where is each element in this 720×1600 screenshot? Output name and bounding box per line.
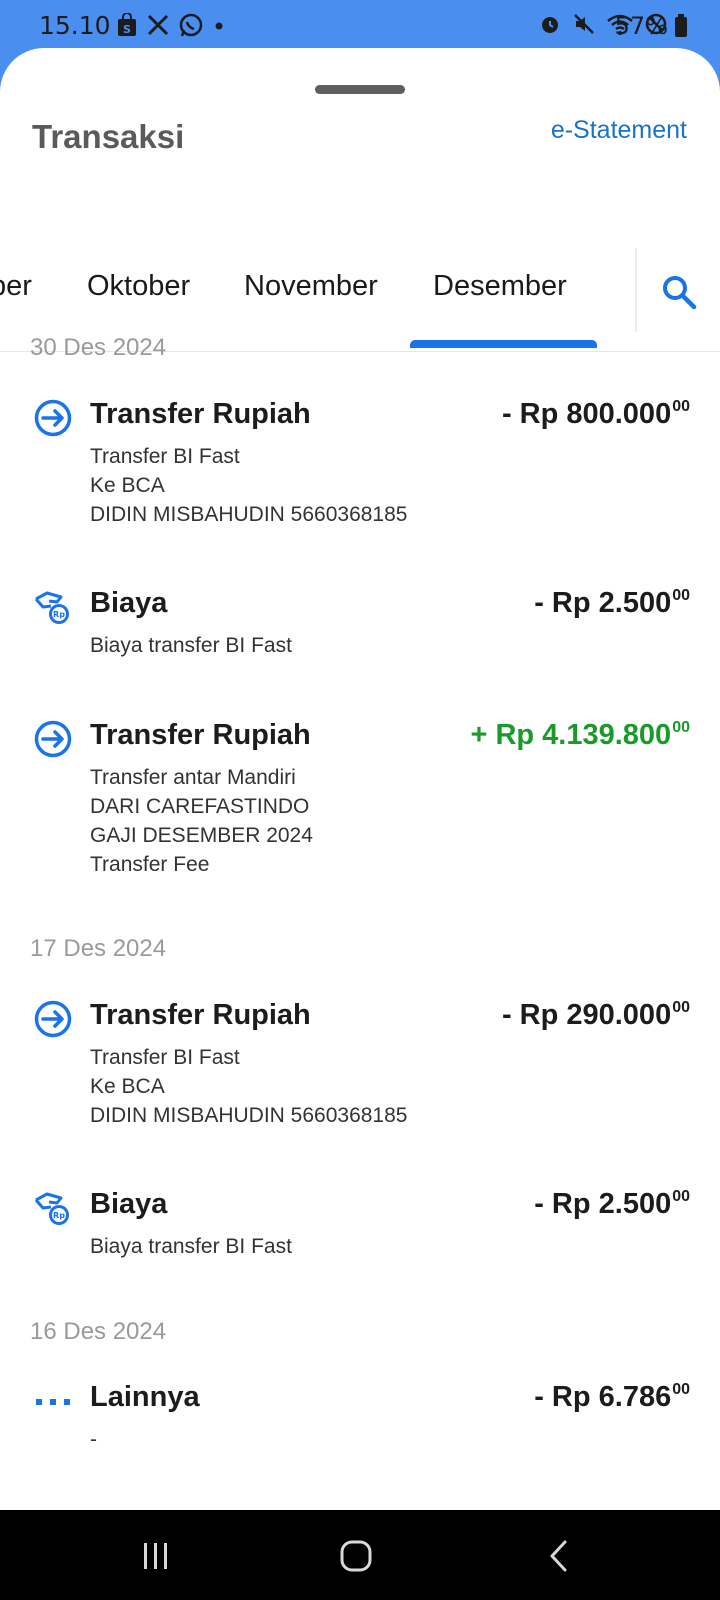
back-button[interactable]: [545, 1539, 575, 1578]
tab-oktober[interactable]: Oktober: [87, 270, 190, 303]
status-time: 15.10: [39, 11, 111, 40]
transaction-title: Transfer Rupiah: [90, 719, 311, 751]
drag-handle[interactable]: [315, 85, 405, 94]
navigation-bar: [0, 1510, 720, 1600]
fee-icon: Rp: [33, 1188, 73, 1228]
transaction-amount: + Rp 4.139.80000: [470, 719, 690, 751]
tab-september[interactable]: ber: [0, 270, 32, 303]
transaction-amount: - Rp 6.78600: [534, 1381, 690, 1413]
whatsapp-icon: [178, 12, 204, 43]
e-statement-link[interactable]: e-Statement: [551, 116, 687, 145]
transaction-details: -: [90, 1428, 97, 1451]
tab-desember[interactable]: Desember: [433, 270, 567, 303]
transactions-sheet: Transaksi e-Statement ber Oktober Novemb…: [0, 48, 720, 1510]
transaction-details: Biaya transfer BI Fast: [90, 634, 292, 657]
transaction-details: Biaya transfer BI Fast: [90, 1235, 292, 1258]
transaction-title: Transfer Rupiah: [90, 398, 311, 430]
mute-icon: [572, 12, 596, 41]
status-bar: 15.10 S 57%: [0, 0, 720, 52]
transaction-amount: - Rp 2.50000: [534, 587, 690, 619]
transfer-icon: [33, 398, 73, 438]
search-icon: [660, 276, 698, 315]
svg-text:Rp: Rp: [53, 1211, 65, 1220]
x-icon: [146, 13, 170, 42]
transaction-amount: - Rp 800.00000: [501, 398, 690, 430]
recent-apps-button[interactable]: [136, 1539, 176, 1578]
tab-divider: [635, 248, 637, 332]
fee-icon: Rp: [33, 587, 73, 627]
search-button[interactable]: [660, 273, 698, 311]
transaction-title: Transfer Rupiah: [90, 999, 311, 1031]
transaction-amount: - Rp 290.00000: [501, 999, 690, 1031]
transfer-icon: [33, 999, 73, 1039]
more-icon: [33, 1381, 73, 1421]
page-title: Transaksi: [32, 118, 185, 155]
month-tabs: ber Oktober November Desember: [0, 196, 720, 352]
dot-icon: [212, 13, 226, 42]
selected-tab-indicator: [410, 340, 597, 348]
alarm-icon: [538, 12, 562, 41]
svg-text:S: S: [123, 23, 131, 36]
transaction-details: Transfer antar Mandiri DARI CAREFASTINDO…: [90, 766, 313, 876]
date-header: 17 Des 2024: [30, 935, 167, 962]
transaction-title: Biaya: [90, 1188, 168, 1220]
transfer-icon: [33, 719, 73, 759]
battery-level: 57%: [614, 12, 668, 40]
date-header: 30 Des 2024: [30, 334, 167, 361]
transaction-details: Transfer BI Fast Ke BCA DIDIN MISBAHUDIN…: [90, 1046, 408, 1127]
tab-november[interactable]: November: [244, 270, 378, 303]
date-header: 16 Des 2024: [30, 1318, 167, 1345]
transaction-title: Biaya: [90, 587, 168, 619]
home-button[interactable]: [338, 1539, 374, 1578]
transaction-title: Lainnya: [90, 1381, 200, 1413]
shop-icon: S: [116, 12, 138, 42]
battery-icon: [674, 14, 688, 43]
transaction-details: Transfer BI Fast Ke BCA DIDIN MISBAHUDIN…: [90, 445, 408, 526]
transaction-amount: - Rp 2.50000: [534, 1188, 690, 1220]
svg-text:Rp: Rp: [53, 610, 65, 619]
